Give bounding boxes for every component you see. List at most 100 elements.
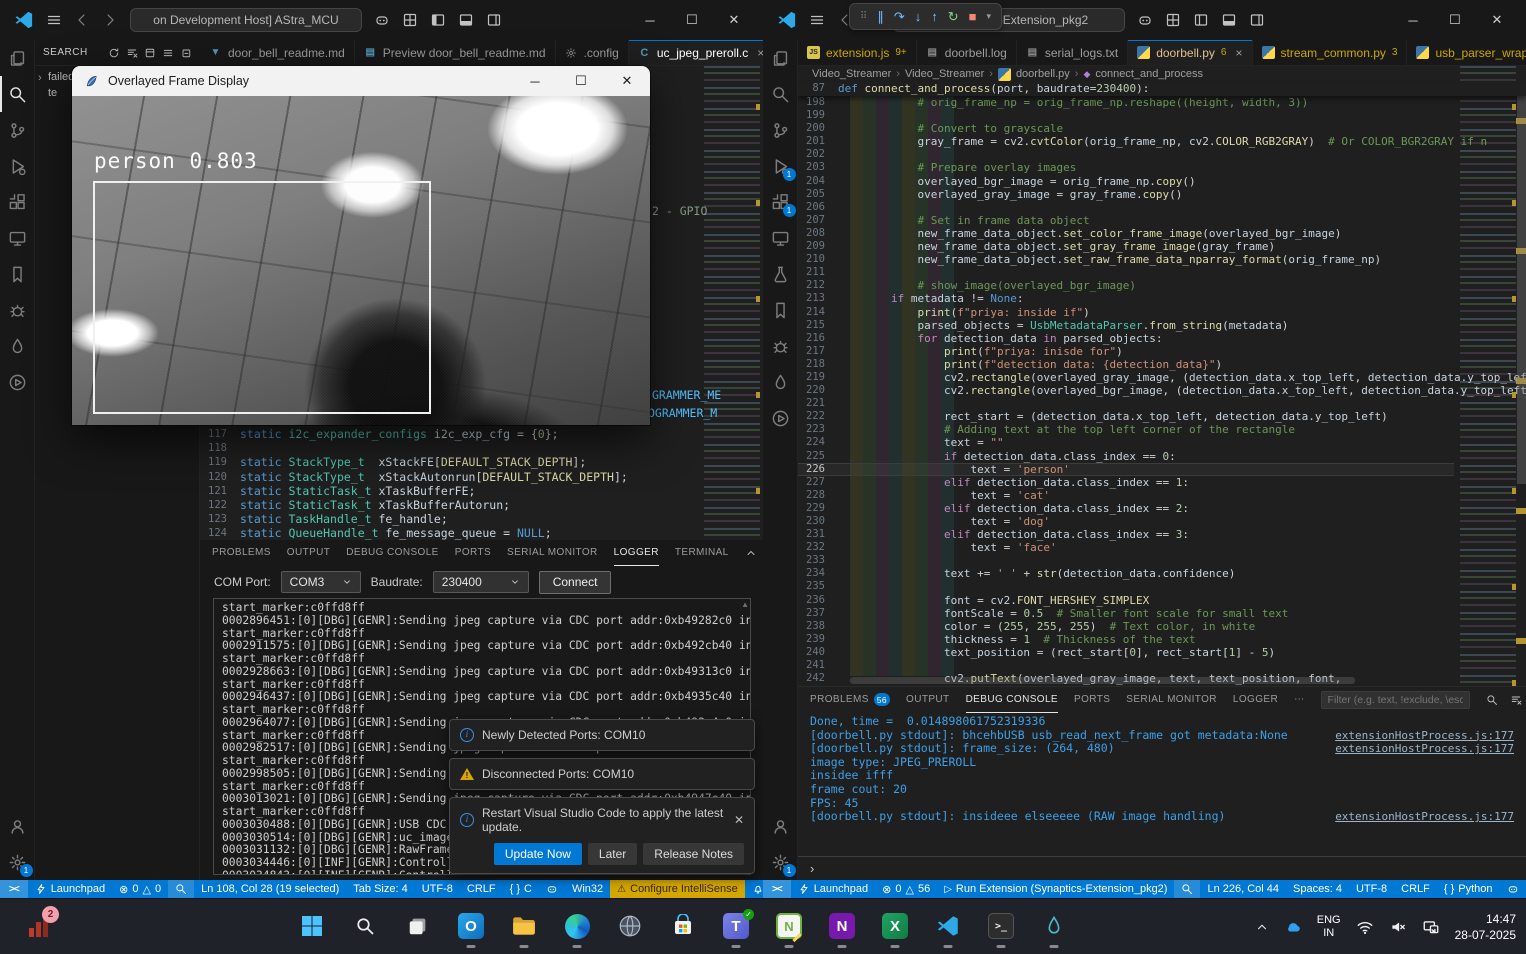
target-platform[interactable]: Win32 bbox=[565, 880, 610, 898]
console-search-icon[interactable] bbox=[1486, 694, 1498, 706]
scroll-up-icon[interactable]: ▲ bbox=[741, 600, 749, 609]
tk-minimize-button[interactable]: ─ bbox=[512, 66, 558, 96]
notification-button[interactable]: Later bbox=[588, 843, 637, 865]
problems-item[interactable]: ⊗0△0 bbox=[112, 880, 168, 898]
taskbar-icon-outlook[interactable]: O bbox=[449, 903, 493, 949]
activity-item-test-flask[interactable] bbox=[763, 256, 798, 292]
eol[interactable]: CRLF bbox=[460, 880, 503, 898]
close-tab-icon[interactable]: × bbox=[1235, 46, 1242, 60]
step-into-icon[interactable]: ↓ bbox=[915, 9, 922, 24]
panel-tab-PROBLEMS[interactable]: PROBLEMS bbox=[212, 540, 271, 566]
activity-item-remote-explorer[interactable] bbox=[763, 220, 798, 256]
taskbar-icon-droplet-tool[interactable] bbox=[1032, 903, 1076, 949]
baudrate-select[interactable]: 230400 bbox=[433, 571, 529, 593]
notification-close-icon[interactable]: ✕ bbox=[734, 813, 744, 827]
restart-icon[interactable]: ↻ bbox=[948, 9, 959, 25]
tab-extension.js[interactable]: JSextension.js9+ bbox=[798, 40, 917, 65]
copilot-icon[interactable] bbox=[374, 12, 390, 28]
menu-icon[interactable] bbox=[46, 12, 62, 28]
launchpad-item[interactable]: Launchpad bbox=[28, 880, 112, 898]
tab-stream_common.py[interactable]: stream_common.py3 bbox=[1253, 40, 1408, 65]
activity-item-settings[interactable]: 1 bbox=[763, 844, 798, 880]
toggle-panel-icon[interactable] bbox=[1221, 12, 1237, 28]
breadcrumb-item[interactable]: connect_and_process bbox=[1095, 68, 1203, 80]
activity-item-search[interactable] bbox=[763, 76, 798, 112]
vertical-scrollbar[interactable] bbox=[1517, 84, 1526, 484]
cursor-position[interactable]: Ln 108, Col 28 (19 selected) bbox=[194, 880, 346, 898]
activity-item-water-drop[interactable] bbox=[763, 364, 798, 400]
cursor-position[interactable]: Ln 226, Col 44 bbox=[1200, 880, 1286, 898]
console-source-link[interactable]: extensionHostProcess.js:177 bbox=[1335, 729, 1514, 743]
taskbar-icon-task-view[interactable] bbox=[396, 903, 440, 949]
copilot-icon[interactable] bbox=[1137, 12, 1153, 28]
view-as-list-icon[interactable] bbox=[162, 47, 174, 59]
eol[interactable]: CRLF bbox=[1394, 880, 1437, 898]
language-indicator[interactable]: ENGIN bbox=[1317, 914, 1341, 940]
remote-indicator[interactable]: >< bbox=[763, 880, 791, 898]
activity-item-bookmark[interactable] bbox=[0, 256, 35, 292]
taskbar-icon-microsoft-store[interactable] bbox=[661, 903, 705, 949]
tab-Preview door_bell_readme.md[interactable]: ▤Preview door_bell_readme.md bbox=[355, 40, 556, 65]
tab-serial_logs.txt[interactable]: ▤serial_logs.txt bbox=[1017, 40, 1128, 65]
language-mode[interactable]: { }Python bbox=[1437, 880, 1500, 898]
command-center-search[interactable]: on Development Host] AStra_MCU bbox=[130, 8, 362, 32]
minimap-left[interactable] bbox=[704, 66, 760, 540]
run-extension-item[interactable]: ▷Run Extension (Synaptics-Extension_pkg2… bbox=[937, 880, 1174, 898]
taskbar-icon-start[interactable] bbox=[290, 903, 334, 949]
search-result-fragment[interactable]: failed bbox=[48, 71, 74, 83]
panel-tab-LOGGER[interactable]: LOGGER bbox=[1233, 687, 1278, 713]
copilot-status-icon[interactable] bbox=[1500, 880, 1526, 898]
taskbar-icon-alert-app[interactable]: 2 bbox=[16, 903, 60, 949]
taskbar-icon-terminal[interactable]: >_ bbox=[979, 903, 1023, 949]
taskbar-icon-edge[interactable] bbox=[555, 903, 599, 949]
toggle-secondary-sidebar-icon[interactable] bbox=[486, 12, 502, 28]
panel-tab-PORTS[interactable]: PORTS bbox=[1074, 687, 1110, 713]
taskbar-icon-vscode[interactable] bbox=[926, 903, 970, 949]
continue-icon[interactable]: ∥ bbox=[877, 9, 884, 25]
launchpad-item[interactable]: Launchpad bbox=[791, 880, 875, 898]
search-result-fragment[interactable]: te bbox=[48, 87, 57, 99]
toggle-panel-icon[interactable] bbox=[458, 12, 474, 28]
activity-item-run-debug[interactable]: 1 bbox=[763, 148, 798, 184]
activity-item-bookmark[interactable] bbox=[763, 292, 798, 328]
sticky-scroll-line[interactable]: 87def connect_and_process(port, baudrate… bbox=[798, 82, 1526, 96]
clear-console-icon[interactable] bbox=[1510, 694, 1522, 706]
drag-handle-icon[interactable]: ⠿ bbox=[860, 11, 867, 22]
debug-dropdown-icon[interactable]: ▾ bbox=[987, 11, 992, 22]
horizontal-scrollbar[interactable] bbox=[850, 677, 1355, 684]
maximize-button[interactable]: ☐ bbox=[671, 0, 713, 40]
language-mode[interactable]: { }C bbox=[503, 880, 539, 898]
minimize-button[interactable]: ─ bbox=[629, 0, 671, 40]
maximize-button[interactable]: ☐ bbox=[1434, 0, 1476, 40]
result-chevron[interactable]: › bbox=[38, 72, 42, 84]
panel-tab-PROBLEMS[interactable]: PROBLEMS56 bbox=[810, 687, 890, 713]
taskbar-icon-teams[interactable]: T✓ bbox=[714, 903, 758, 949]
refresh-icon[interactable] bbox=[108, 47, 120, 59]
problems-item[interactable]: ⊗0△56 bbox=[875, 880, 937, 898]
toggle-sidebar-icon[interactable] bbox=[1193, 12, 1209, 28]
close-button[interactable]: ✕ bbox=[1476, 0, 1518, 40]
tab-uc_jpeg_preroll.c[interactable]: Cuc_jpeg_preroll.c× bbox=[629, 40, 763, 65]
tab-doorbell.py[interactable]: doorbell.py6× bbox=[1128, 40, 1252, 65]
clock[interactable]: 14:4728-07-2025 bbox=[1455, 911, 1516, 943]
breadcrumb-item[interactable]: Video_Streamer bbox=[812, 68, 891, 80]
minimize-button[interactable]: ─ bbox=[1392, 0, 1434, 40]
search-status-icon[interactable] bbox=[1174, 880, 1200, 898]
stop-icon[interactable]: ■ bbox=[969, 9, 977, 24]
encoding[interactable]: UTF-8 bbox=[415, 880, 460, 898]
activity-item-files[interactable] bbox=[763, 40, 798, 76]
taskbar-icon-excel[interactable]: X bbox=[873, 903, 917, 949]
activity-item-remote-explorer[interactable] bbox=[0, 220, 35, 256]
activity-item-play-circle[interactable] bbox=[0, 364, 35, 400]
console-source-link[interactable]: extensionHostProcess.js:177 bbox=[1335, 810, 1514, 824]
panel-tab-LOGGER[interactable]: LOGGER bbox=[614, 540, 659, 566]
panel-tab-SERIAL MONITOR[interactable]: SERIAL MONITOR bbox=[1126, 687, 1217, 713]
cast-screen-icon[interactable] bbox=[1422, 918, 1440, 936]
configure-intellisense-chip[interactable]: ⚠Configure IntelliSense bbox=[610, 880, 745, 898]
activity-item-source-control[interactable] bbox=[763, 112, 798, 148]
volume-muted-icon[interactable] bbox=[1389, 918, 1407, 936]
open-in-editor-icon[interactable] bbox=[144, 47, 156, 59]
breadcrumb-item[interactable]: doorbell.py bbox=[1016, 68, 1070, 80]
panel-tab-DEBUG CONSOLE[interactable]: DEBUG CONSOLE bbox=[346, 540, 438, 566]
debug-console-input[interactable]: › bbox=[798, 856, 1526, 880]
